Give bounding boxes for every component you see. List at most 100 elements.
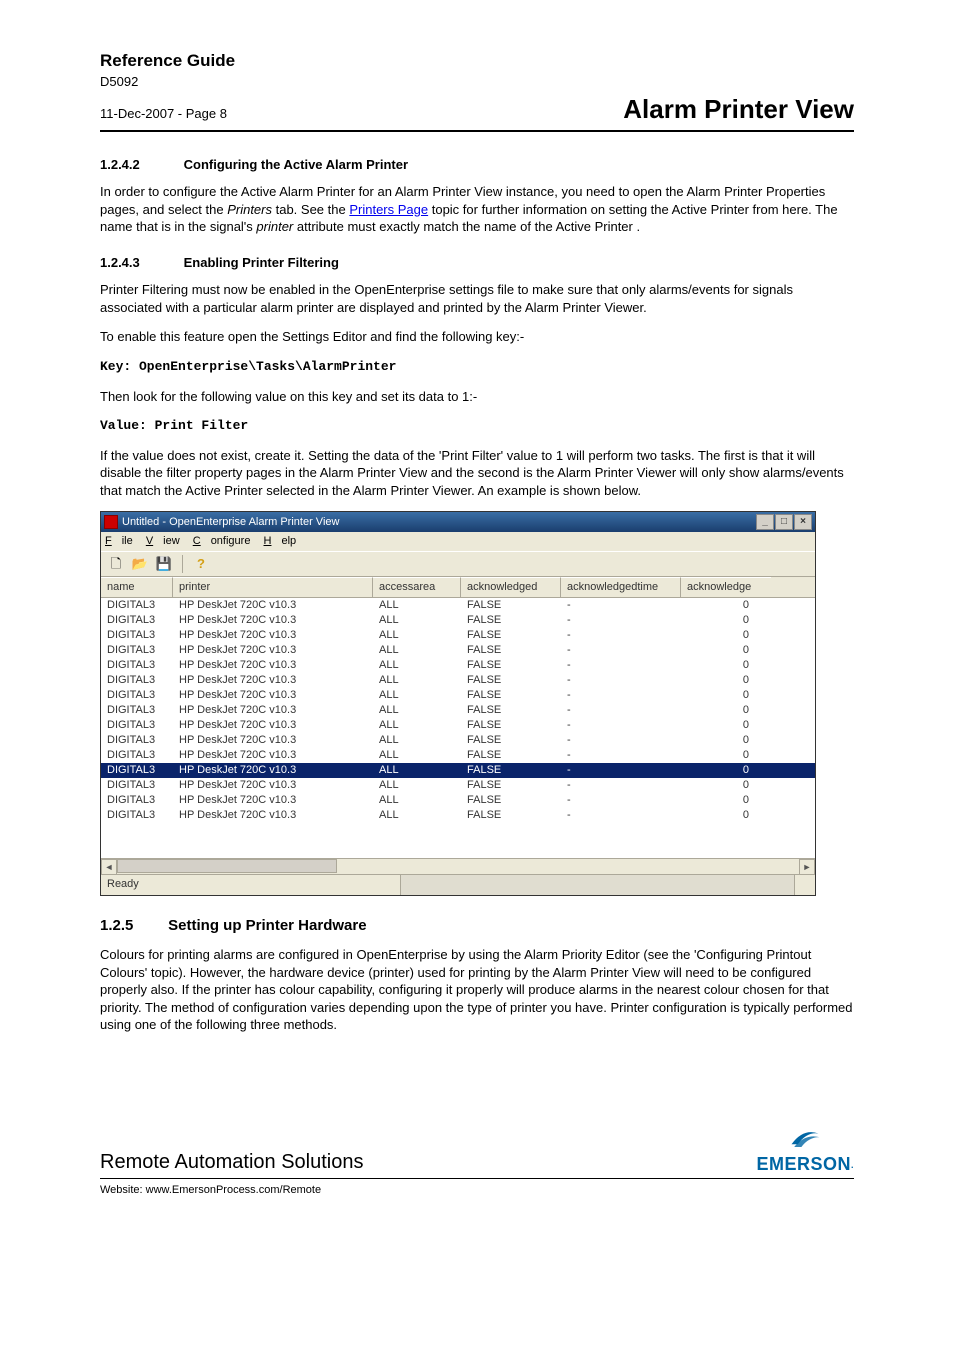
window-title: Untitled - OpenEnterprise Alarm Printer … [122,515,339,530]
cell-printer: HP DeskJet 720C v10.3 [173,598,373,613]
cell-acktime: - [561,658,681,673]
horizontal-scrollbar[interactable]: ◄ ► [101,858,815,874]
col-acknowledge[interactable]: acknowledge [681,577,771,597]
cell-printer: HP DeskJet 720C v10.3 [173,748,373,763]
section-heading: 1.2.4.2 Configuring the Active Alarm Pri… [100,156,854,174]
table-row[interactable]: DIGITAL3HP DeskJet 720C v10.3ALLFALSE-0 [101,688,815,703]
toolbar-separator [182,555,183,573]
cell-ackn: 0 [681,613,771,628]
table-row[interactable]: DIGITAL3HP DeskJet 720C v10.3ALLFALSE-0 [101,763,815,778]
cell-name: DIGITAL3 [101,808,173,823]
cell-acktime: - [561,598,681,613]
table-row[interactable]: DIGITAL3HP DeskJet 720C v10.3ALLFALSE-0 [101,658,815,673]
cell-ack: FALSE [461,613,561,628]
table-row[interactable]: DIGITAL3HP DeskJet 720C v10.3ALLFALSE-0 [101,628,815,643]
page-title: Alarm Printer View [623,92,854,127]
col-accessarea[interactable]: accessarea [373,577,461,597]
cell-access: ALL [373,778,461,793]
cell-ack: FALSE [461,673,561,688]
table-row[interactable]: DIGITAL3HP DeskJet 720C v10.3ALLFALSE-0 [101,673,815,688]
cell-acktime: - [561,703,681,718]
help-icon[interactable]: ? [192,555,210,573]
statusbar: Ready [101,874,815,895]
text: attribute must exactly match the name of… [293,219,640,234]
section-heading: 1.2.5 Setting up Printer Hardware [100,916,854,936]
emerson-logo: EMERSON. [756,1124,854,1176]
cell-ack: FALSE [461,628,561,643]
resize-grip[interactable] [795,875,815,895]
status-mid [401,875,795,895]
app-screenshot: Untitled - OpenEnterprise Alarm Printer … [100,511,854,896]
cell-acktime: - [561,763,681,778]
code-key: Key: OpenEnterprise\Tasks\AlarmPrinter [100,358,854,376]
close-button[interactable]: × [794,514,812,530]
cell-printer: HP DeskJet 720C v10.3 [173,778,373,793]
scroll-left-button[interactable]: ◄ [101,859,117,875]
cell-ack: FALSE [461,793,561,808]
menu-help[interactable]: Help [264,535,297,547]
col-name[interactable]: name [101,577,173,597]
scroll-track[interactable] [117,859,799,874]
emerson-swoosh-icon [787,1124,823,1152]
table-row[interactable]: DIGITAL3HP DeskJet 720C v10.3ALLFALSE-0 [101,718,815,733]
table-row[interactable]: DIGITAL3HP DeskJet 720C v10.3ALLFALSE-0 [101,793,815,808]
titlebar: Untitled - OpenEnterprise Alarm Printer … [101,512,815,532]
menu-configure[interactable]: Configure [193,535,251,547]
footer-company: Remote Automation Solutions [100,1149,364,1176]
cell-ackn: 0 [681,778,771,793]
cell-ackn: 0 [681,793,771,808]
text: tab. See the [272,202,349,217]
menu-file[interactable]: File [105,535,133,547]
table-row[interactable]: DIGITAL3HP DeskJet 720C v10.3ALLFALSE-0 [101,613,815,628]
toolbar: 🗋 📂 💾 ? [101,551,815,577]
ref-guide-label: Reference Guide [100,50,854,73]
table-row[interactable]: DIGITAL3HP DeskJet 720C v10.3ALLFALSE-0 [101,733,815,748]
cell-ack: FALSE [461,763,561,778]
cell-acktime: - [561,688,681,703]
cell-ack: FALSE [461,688,561,703]
printers-page-link[interactable]: Printers Page [349,202,428,217]
cell-acktime: - [561,778,681,793]
scroll-thumb[interactable] [117,859,337,873]
cell-access: ALL [373,733,461,748]
cell-name: DIGITAL3 [101,703,173,718]
new-icon[interactable]: 🗋 [107,555,125,573]
maximize-button[interactable]: □ [775,514,793,530]
cell-access: ALL [373,673,461,688]
data-grid: name printer accessarea acknowledged ack… [101,577,815,874]
cell-acktime: - [561,718,681,733]
table-row[interactable]: DIGITAL3HP DeskJet 720C v10.3ALLFALSE-0 [101,598,815,613]
table-row[interactable]: DIGITAL3HP DeskJet 720C v10.3ALLFALSE-0 [101,778,815,793]
cell-access: ALL [373,793,461,808]
cell-ackn: 0 [681,763,771,778]
save-icon[interactable]: 💾 [155,555,173,573]
cell-access: ALL [373,628,461,643]
cell-ack: FALSE [461,808,561,823]
col-acknowledged[interactable]: acknowledged [461,577,561,597]
grid-body[interactable]: DIGITAL3HP DeskJet 720C v10.3ALLFALSE-0D… [101,598,815,858]
cell-name: DIGITAL3 [101,763,173,778]
cell-access: ALL [373,718,461,733]
table-row[interactable]: DIGITAL3HP DeskJet 720C v10.3ALLFALSE-0 [101,748,815,763]
menu-view[interactable]: View [146,535,180,547]
cell-name: DIGITAL3 [101,673,173,688]
col-acknowledgedtime[interactable]: acknowledgedtime [561,577,681,597]
app-window: Untitled - OpenEnterprise Alarm Printer … [100,511,816,896]
cell-printer: HP DeskJet 720C v10.3 [173,763,373,778]
table-row[interactable]: DIGITAL3HP DeskJet 720C v10.3ALLFALSE-0 [101,703,815,718]
cell-printer: HP DeskJet 720C v10.3 [173,718,373,733]
cell-acktime: - [561,733,681,748]
cell-name: DIGITAL3 [101,748,173,763]
section-title: Enabling Printer Filtering [184,255,339,270]
col-printer[interactable]: printer [173,577,373,597]
minimize-button[interactable]: _ [756,514,774,530]
cell-name: DIGITAL3 [101,658,173,673]
open-icon[interactable]: 📂 [131,555,149,573]
cell-ack: FALSE [461,748,561,763]
scroll-right-button[interactable]: ► [799,859,815,875]
table-row[interactable]: DIGITAL3HP DeskJet 720C v10.3ALLFALSE-0 [101,643,815,658]
table-row[interactable]: DIGITAL3HP DeskJet 720C v10.3ALLFALSE-0 [101,808,815,823]
section-num: 1.2.4.3 [100,254,180,272]
cell-name: DIGITAL3 [101,793,173,808]
cell-printer: HP DeskJet 720C v10.3 [173,613,373,628]
